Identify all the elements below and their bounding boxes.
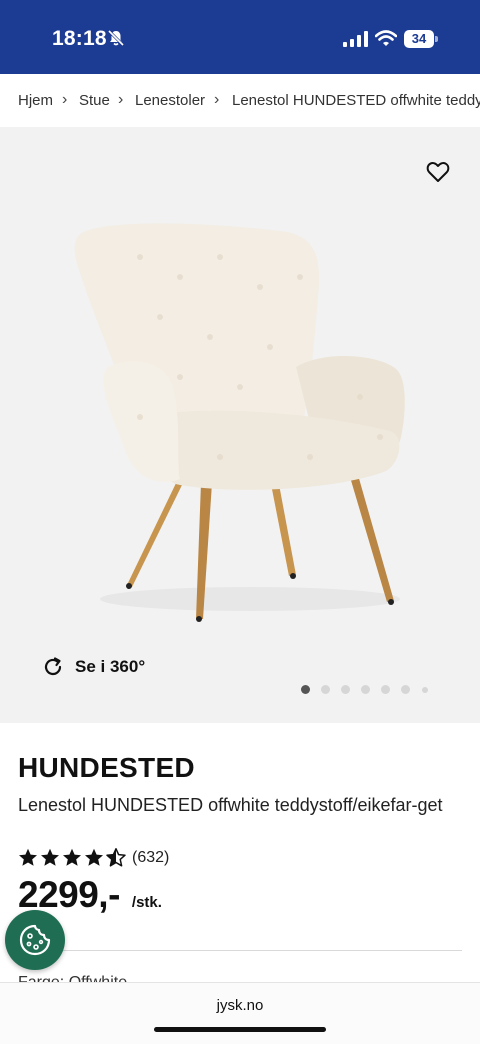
- status-bar: 18:18 34: [0, 0, 480, 74]
- view-360-label: Se i 360°: [75, 657, 146, 676]
- status-time: 18:18: [52, 27, 107, 50]
- pagination-dot[interactable]: [401, 685, 410, 694]
- signal-icon: [343, 31, 368, 47]
- pagination-dot[interactable]: [361, 685, 370, 694]
- breadcrumb-lenestoler[interactable]: Lenestoler: [135, 92, 205, 109]
- star-full-icon: [63, 848, 81, 866]
- wifi-icon: [375, 30, 397, 46]
- star-half-icon: [106, 848, 126, 867]
- pagination-dot[interactable]: [381, 685, 390, 694]
- star-full-icon: [19, 848, 37, 866]
- breadcrumb-current: Lenestol HUNDESTED offwhite teddystoff/e…: [232, 92, 480, 109]
- product-brand: HUNDESTED: [18, 752, 195, 783]
- price-unit: /stk.: [131, 894, 162, 911]
- breadcrumb-separator: ›: [214, 91, 220, 108]
- product-info: HUNDESTED Lenestol HUNDESTED offwhite te…: [18, 752, 468, 915]
- pagination-dot[interactable]: [422, 687, 428, 693]
- battery-icon: 34: [404, 30, 438, 48]
- pagination-dot[interactable]: [321, 685, 330, 694]
- divider: [18, 950, 462, 951]
- star-full-icon: [85, 848, 103, 866]
- breadcrumb-separator: ›: [118, 91, 124, 108]
- battery-level: 34: [404, 30, 434, 48]
- rating-count: (632): [132, 848, 170, 866]
- url-text[interactable]: jysk.no: [0, 997, 480, 1014]
- star-full-icon: [41, 848, 59, 866]
- product-image-gallery[interactable]: Se i 360°: [0, 127, 480, 723]
- heart-icon[interactable]: [426, 161, 450, 183]
- product-title: Lenestol HUNDESTED offwhite teddystoff/e…: [18, 795, 443, 815]
- rotate-icon: [44, 657, 62, 676]
- breadcrumb-home[interactable]: Hjem: [18, 92, 53, 109]
- product-image: [74, 223, 405, 622]
- view-360-button[interactable]: Se i 360°: [42, 655, 145, 679]
- home-indicator: [154, 1027, 326, 1032]
- breadcrumb-separator: ›: [62, 91, 68, 108]
- cookie-settings-button[interactable]: [5, 910, 65, 970]
- bell-slash-icon: [107, 29, 125, 47]
- breadcrumb-stue[interactable]: Stue: [79, 92, 110, 109]
- pagination-dot[interactable]: [301, 685, 310, 694]
- pagination-dot[interactable]: [341, 685, 350, 694]
- cookie-icon: [19, 924, 51, 956]
- product-rating[interactable]: (632): [18, 848, 169, 867]
- breadcrumb: Hjem › Stue › Lenestoler › Lenestol HUND…: [0, 74, 480, 127]
- browser-url-bar[interactable]: jysk.no: [0, 982, 480, 1044]
